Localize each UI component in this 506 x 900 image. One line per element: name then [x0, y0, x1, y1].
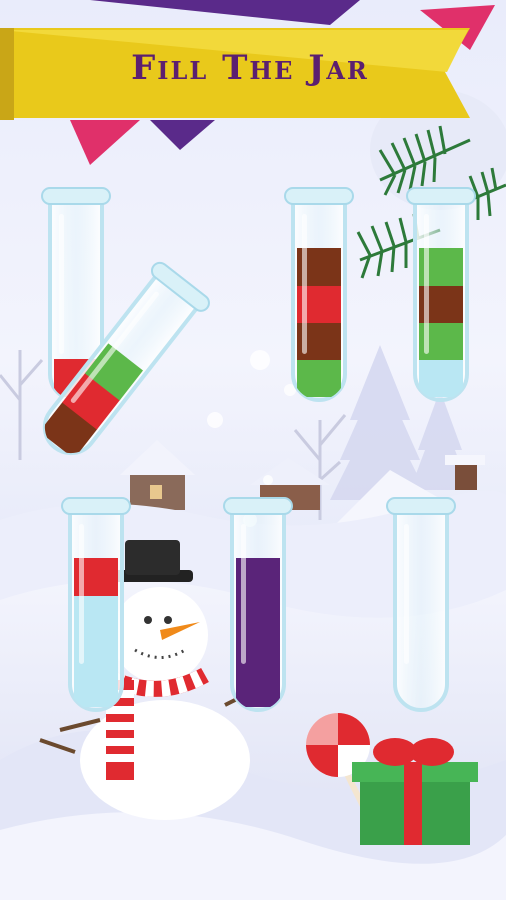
liquid-layer-purple	[236, 669, 280, 707]
liquid-layer-light_blue	[74, 669, 118, 707]
glass-highlight	[59, 214, 64, 354]
liquid-layer-light_blue	[419, 359, 463, 397]
glass-highlight	[424, 214, 429, 354]
tube-rim	[284, 187, 354, 205]
test-tube-3[interactable]	[284, 187, 354, 402]
test-tube-4[interactable]	[406, 187, 476, 402]
test-tube-7[interactable]	[386, 497, 456, 712]
game-scene: Fill The Jar	[0, 0, 506, 900]
tube-rim	[386, 497, 456, 515]
test-tube-6[interactable]	[223, 497, 293, 712]
tube-rim	[41, 187, 111, 205]
tube-glass	[393, 508, 449, 712]
tube-rim	[406, 187, 476, 205]
tube-board	[39, 187, 476, 712]
test-tube-5[interactable]	[61, 497, 131, 712]
tube-rim	[61, 497, 131, 515]
glass-highlight	[404, 524, 409, 664]
glass-highlight	[241, 524, 246, 664]
liquid-layer-green	[297, 359, 341, 397]
glass-highlight	[79, 524, 84, 664]
tube-rim	[223, 497, 293, 515]
glass-highlight	[302, 214, 307, 354]
